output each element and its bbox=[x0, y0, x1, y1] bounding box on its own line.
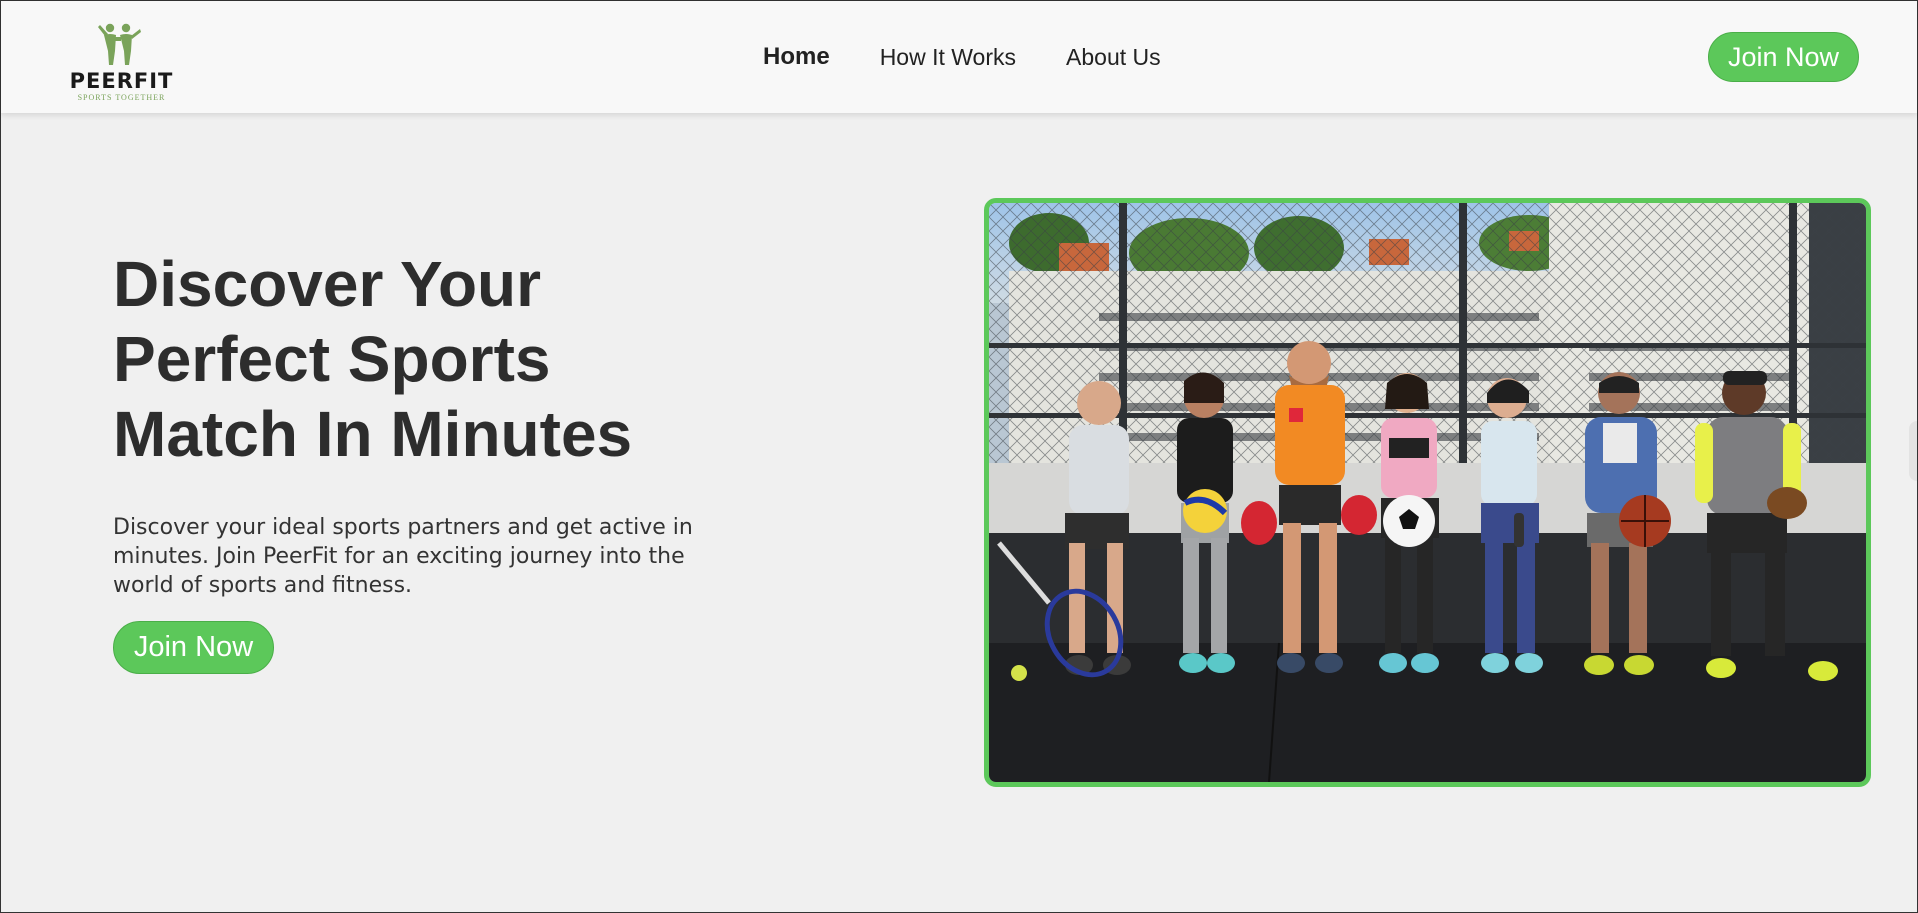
side-scroll-tab[interactable] bbox=[1909, 421, 1917, 481]
hero-title-line: Perfect Sports bbox=[113, 323, 551, 395]
group-of-athletes-photo bbox=[989, 203, 1866, 782]
logo-wordmark: PEERFIT bbox=[69, 69, 174, 93]
nav-home[interactable]: Home bbox=[763, 41, 830, 73]
hero-description: Discover your ideal sports partners and … bbox=[113, 515, 693, 598]
hero-title: Discover Your Perfect Sports Match In Mi… bbox=[113, 247, 713, 472]
header-join-now-button[interactable]: Join Now bbox=[1708, 32, 1859, 82]
hero-photo bbox=[984, 198, 1871, 787]
site-header: PEERFIT SPORTS TOGETHER Home How It Work… bbox=[1, 1, 1917, 113]
people-logo-icon bbox=[98, 23, 141, 65]
hero-title-line: Discover Your bbox=[113, 248, 542, 320]
nav-how-it-works[interactable]: How It Works bbox=[880, 41, 1016, 73]
main-nav: Home How It Works About Us bbox=[763, 41, 1161, 73]
nav-about-us[interactable]: About Us bbox=[1066, 41, 1161, 73]
hero-title-line: Match In Minutes bbox=[113, 398, 633, 470]
logo-tagline: SPORTS TOGETHER bbox=[77, 93, 166, 102]
hero-join-now-button[interactable]: Join Now bbox=[113, 621, 274, 674]
peerfit-logo[interactable]: PEERFIT SPORTS TOGETHER bbox=[64, 23, 179, 103]
